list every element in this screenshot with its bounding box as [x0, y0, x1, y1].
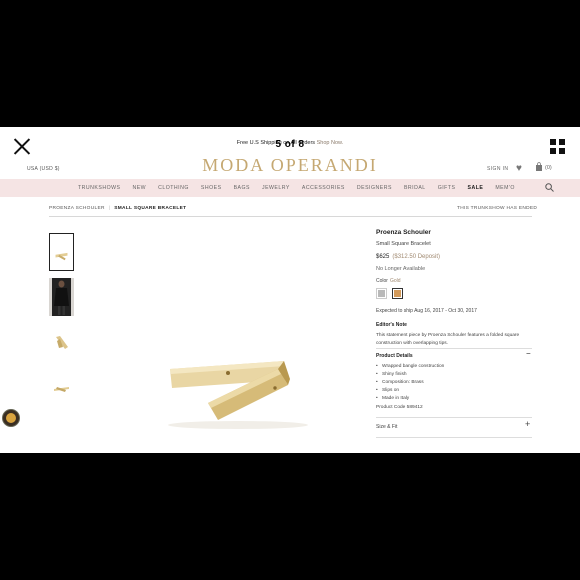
- breadcrumb-current: SMALL SQUARE BRACELET: [114, 206, 187, 211]
- color-swatch-gold[interactable]: [392, 288, 403, 299]
- heart-icon[interactable]: ♥: [516, 163, 522, 174]
- product-name: Small Square Bracelet: [376, 241, 431, 247]
- image-counter: 5 of 8: [275, 139, 305, 150]
- divider: [376, 417, 532, 418]
- bag-count[interactable]: (0): [545, 165, 552, 171]
- product-brand[interactable]: Proenza Schouler: [376, 229, 431, 236]
- nav-item-sale[interactable]: SALE: [467, 185, 483, 191]
- product-details-title[interactable]: Product Details: [376, 353, 413, 359]
- availability-status: No Longer Available: [376, 266, 426, 272]
- main-nav: TRUNKSHOWS NEW CLOTHING SHOES BAGS JEWEL…: [0, 179, 580, 197]
- color-value: Gold: [389, 278, 401, 284]
- nav-item-bags[interactable]: BAGS: [234, 185, 250, 191]
- close-icon[interactable]: [12, 137, 32, 157]
- thumbnail-1[interactable]: [49, 233, 74, 271]
- deposit-value: ($312.50 Deposit): [392, 254, 441, 260]
- nav-item-shoes[interactable]: SHOES: [201, 185, 222, 191]
- nav-item-designers[interactable]: DESIGNERS: [357, 185, 392, 191]
- color-label: Color Gold: [376, 278, 401, 284]
- expand-icon[interactable]: +: [525, 419, 530, 429]
- product-price: $625 ($312.50 Deposit): [376, 254, 440, 260]
- editors-note-title: Editor's Note: [376, 322, 407, 328]
- divider: [49, 216, 532, 217]
- divider: [376, 348, 532, 349]
- nav-item-jewelry[interactable]: JEWELRY: [262, 185, 290, 191]
- thumbnail-3[interactable]: [49, 323, 74, 361]
- list-item: Shiny finish: [376, 371, 444, 379]
- size-fit-section[interactable]: Size & Fit: [376, 424, 397, 430]
- list-item: Composition: Brass: [376, 379, 444, 387]
- bag-icon[interactable]: [535, 162, 543, 171]
- thumbnail-2[interactable]: [49, 278, 74, 316]
- product-image: [88, 227, 358, 437]
- nav-item-gifts[interactable]: GIFTS: [438, 185, 456, 191]
- product-page: Free U.S Shipping on All Orders Shop Now…: [0, 127, 580, 453]
- list-item: Wrapped bangle construction: [376, 363, 444, 371]
- trunkshow-status: THIS TRUNKSHOW HAS ENDED: [457, 206, 538, 211]
- nav-item-memo[interactable]: MEM'O: [495, 185, 515, 191]
- thumbnail-4[interactable]: [49, 368, 74, 406]
- price-value: $625: [376, 254, 390, 260]
- sign-in-link[interactable]: SIGN IN: [487, 166, 508, 172]
- nav-item-trunkshows[interactable]: TRUNKSHOWS: [78, 185, 120, 191]
- nav-item-bridal[interactable]: BRIDAL: [404, 185, 426, 191]
- divider: [376, 437, 532, 438]
- grid-icon[interactable]: [550, 139, 565, 154]
- collapse-icon[interactable]: −: [526, 349, 531, 358]
- chat-icon[interactable]: [2, 409, 20, 427]
- ship-dates: Expected to ship Aug 16, 2017 - Oct 30, …: [376, 308, 477, 314]
- product-code: Product Code 589412: [376, 405, 423, 410]
- editors-note-text: This statement piece by Proenza Schouler…: [376, 333, 520, 346]
- product-details-list: Wrapped bangle construction Shiny finish…: [376, 363, 444, 403]
- list-item: Made in Italy: [376, 395, 444, 403]
- search-icon[interactable]: [545, 183, 554, 192]
- color-label-text: Color: [376, 278, 388, 284]
- breadcrumb: PROENZA SCHOULER | SMALL SQUARE BRACELET: [49, 206, 187, 211]
- color-swatch-silver[interactable]: [376, 288, 387, 299]
- list-item: Slips on: [376, 387, 444, 395]
- nav-item-accessories[interactable]: ACCESSORIES: [302, 185, 345, 191]
- breadcrumb-brand[interactable]: PROENZA SCHOULER: [49, 206, 105, 211]
- nav-item-new[interactable]: NEW: [132, 185, 146, 191]
- viewer-frame: Free U.S Shipping on All Orders Shop Now…: [0, 0, 580, 580]
- nav-item-clothing[interactable]: CLOTHING: [158, 185, 189, 191]
